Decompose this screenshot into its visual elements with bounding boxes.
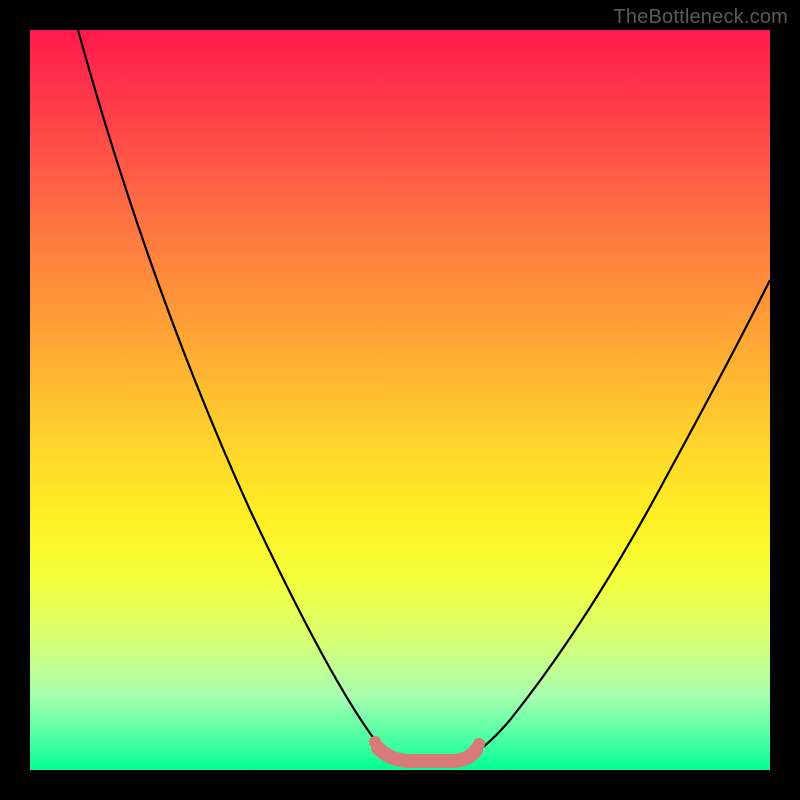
curve-left-branch <box>78 30 400 760</box>
optimal-marker-dot-right <box>473 738 485 750</box>
curve-right-branch <box>460 280 770 760</box>
optimal-marker-dot-left <box>369 736 381 748</box>
optimal-zone-marker <box>378 748 476 761</box>
bottleneck-curve-svg <box>30 30 770 770</box>
chart-frame: TheBottleneck.com <box>0 0 800 800</box>
watermark-text: TheBottleneck.com <box>613 6 788 29</box>
plot-area <box>30 30 770 770</box>
